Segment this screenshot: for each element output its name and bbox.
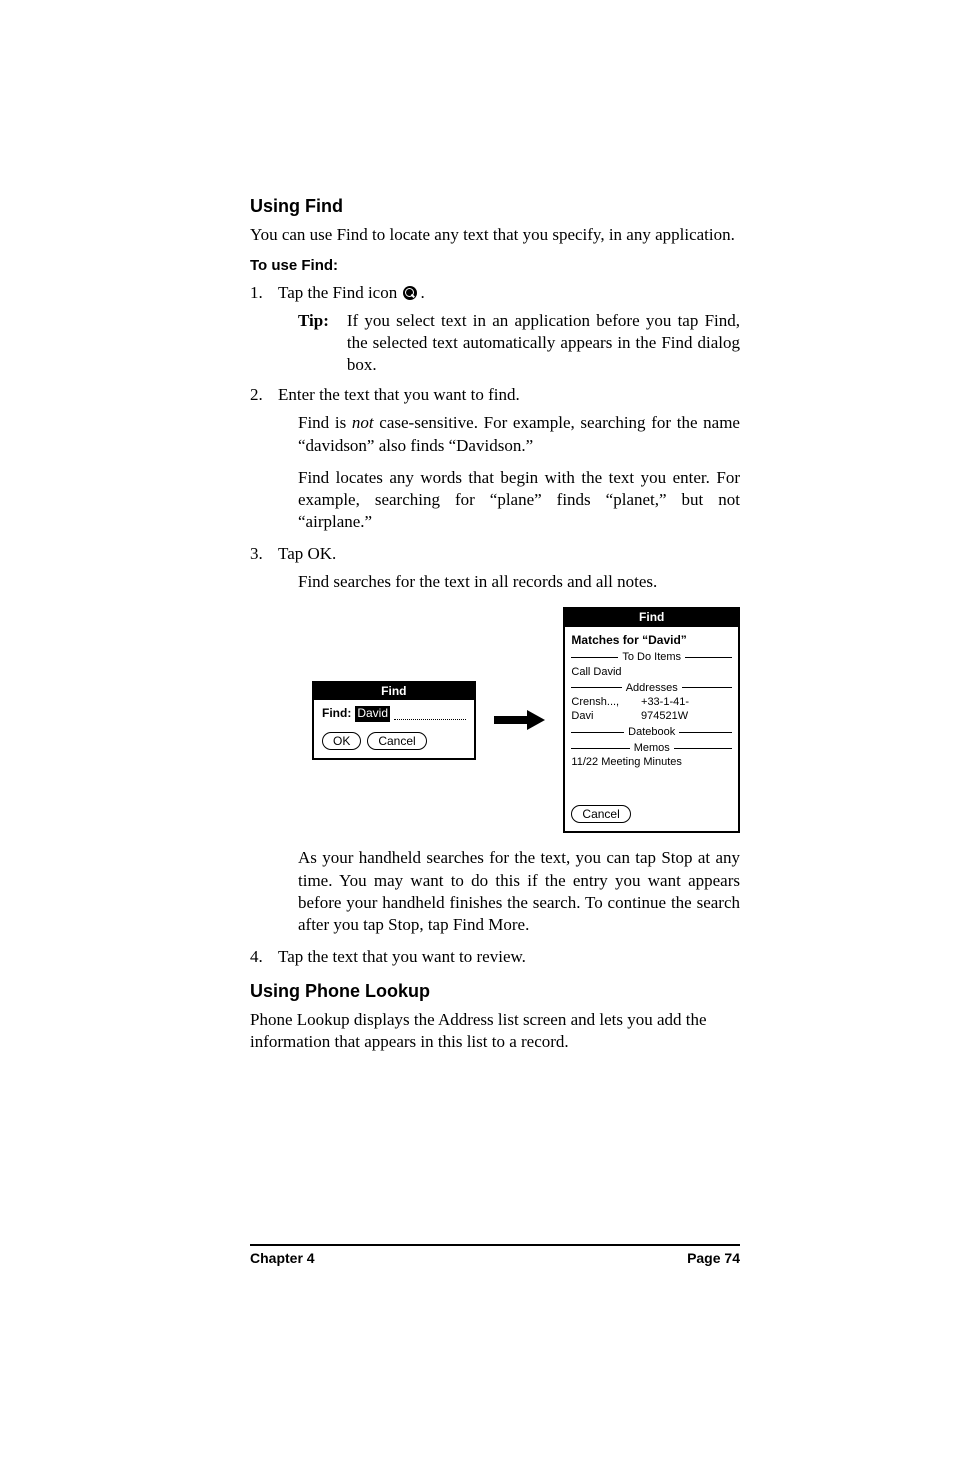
find-field-value[interactable]: David	[355, 706, 390, 722]
step-2-sub-2: Find locates any words that begin with t…	[298, 467, 740, 533]
result-todo-1-text: Call David	[571, 665, 621, 679]
result-memo-1[interactable]: 11/22 Meeting Minutes	[571, 755, 732, 769]
step-4: Tap the text that you want to review.	[250, 946, 740, 968]
heading-to-use-find: To use Find:	[250, 256, 740, 276]
ok-button[interactable]: OK	[322, 732, 361, 750]
heading-using-find: Using Find	[250, 195, 740, 218]
result-todo-1[interactable]: Call David	[571, 665, 732, 679]
section-todo-label: To Do Items	[622, 650, 681, 664]
step-3-sub-1: Find searches for the text in all record…	[298, 571, 740, 593]
heading-phone-lookup: Using Phone Lookup	[250, 980, 740, 1003]
step-1: Tap the Find icon . Tip: If you select t…	[250, 282, 740, 376]
result-address-phone: +33-1-41-974521W	[641, 695, 732, 723]
result-memo-1-text: 11/22 Meeting Minutes	[571, 755, 681, 769]
section-datebook: Datebook	[571, 725, 732, 739]
step-1-text-post: .	[420, 283, 424, 302]
step-2-sub-1: Find is not case-sensitive. For example,…	[298, 412, 740, 456]
step-4-text: Tap the text that you want to review.	[278, 947, 526, 966]
find-field-underline	[394, 709, 466, 720]
tip-body: If you select text in an application bef…	[347, 310, 740, 376]
step-3-text: Tap OK.	[278, 544, 336, 563]
paragraph-phone-intro: Phone Lookup displays the Address list s…	[250, 1009, 740, 1053]
result-address-1[interactable]: Crensh..., Davi +33-1-41-974521W	[571, 695, 732, 723]
find-icon	[403, 286, 417, 300]
result-address-name: Crensh..., Davi	[571, 695, 641, 723]
paragraph-intro: You can use Find to locate any text that…	[250, 224, 740, 246]
step-2: Enter the text that you want to find. Fi…	[250, 384, 740, 533]
find-field-label: Find:	[322, 706, 351, 722]
find-results-title: Find	[565, 609, 738, 627]
find-figure: Find Find: David OK Cancel	[312, 607, 740, 833]
section-memos: Memos	[571, 741, 732, 755]
step-2-sub-1a: Find is	[298, 413, 352, 432]
section-memos-label: Memos	[634, 741, 670, 755]
results-cancel-button[interactable]: Cancel	[571, 805, 630, 823]
step-2-text: Enter the text that you want to find.	[278, 385, 520, 404]
step-3-sub-2: As your handheld searches for the text, …	[298, 847, 740, 935]
section-datebook-label: Datebook	[628, 725, 675, 739]
cancel-button[interactable]: Cancel	[367, 732, 426, 750]
step-3: Tap OK. Find searches for the text in al…	[250, 543, 740, 936]
matches-for-label: Matches for “David”	[571, 633, 732, 649]
footer-page: Page 74	[687, 1249, 740, 1267]
section-addresses-label: Addresses	[626, 681, 678, 695]
step-1-text-pre: Tap the Find icon	[278, 283, 401, 302]
section-addresses: Addresses	[571, 681, 732, 695]
footer-chapter: Chapter 4	[250, 1249, 315, 1267]
arrow-right-icon	[494, 711, 546, 729]
footer-rule	[250, 1244, 740, 1246]
step-2-sub-1-em: not	[352, 413, 374, 432]
find-results-dialog: Find Matches for “David” To Do Items Cal…	[563, 607, 740, 833]
section-todo: To Do Items	[571, 650, 732, 664]
tip-label: Tip:	[298, 310, 329, 376]
find-dialog: Find Find: David OK Cancel	[312, 681, 476, 760]
find-dialog-title: Find	[314, 683, 474, 701]
